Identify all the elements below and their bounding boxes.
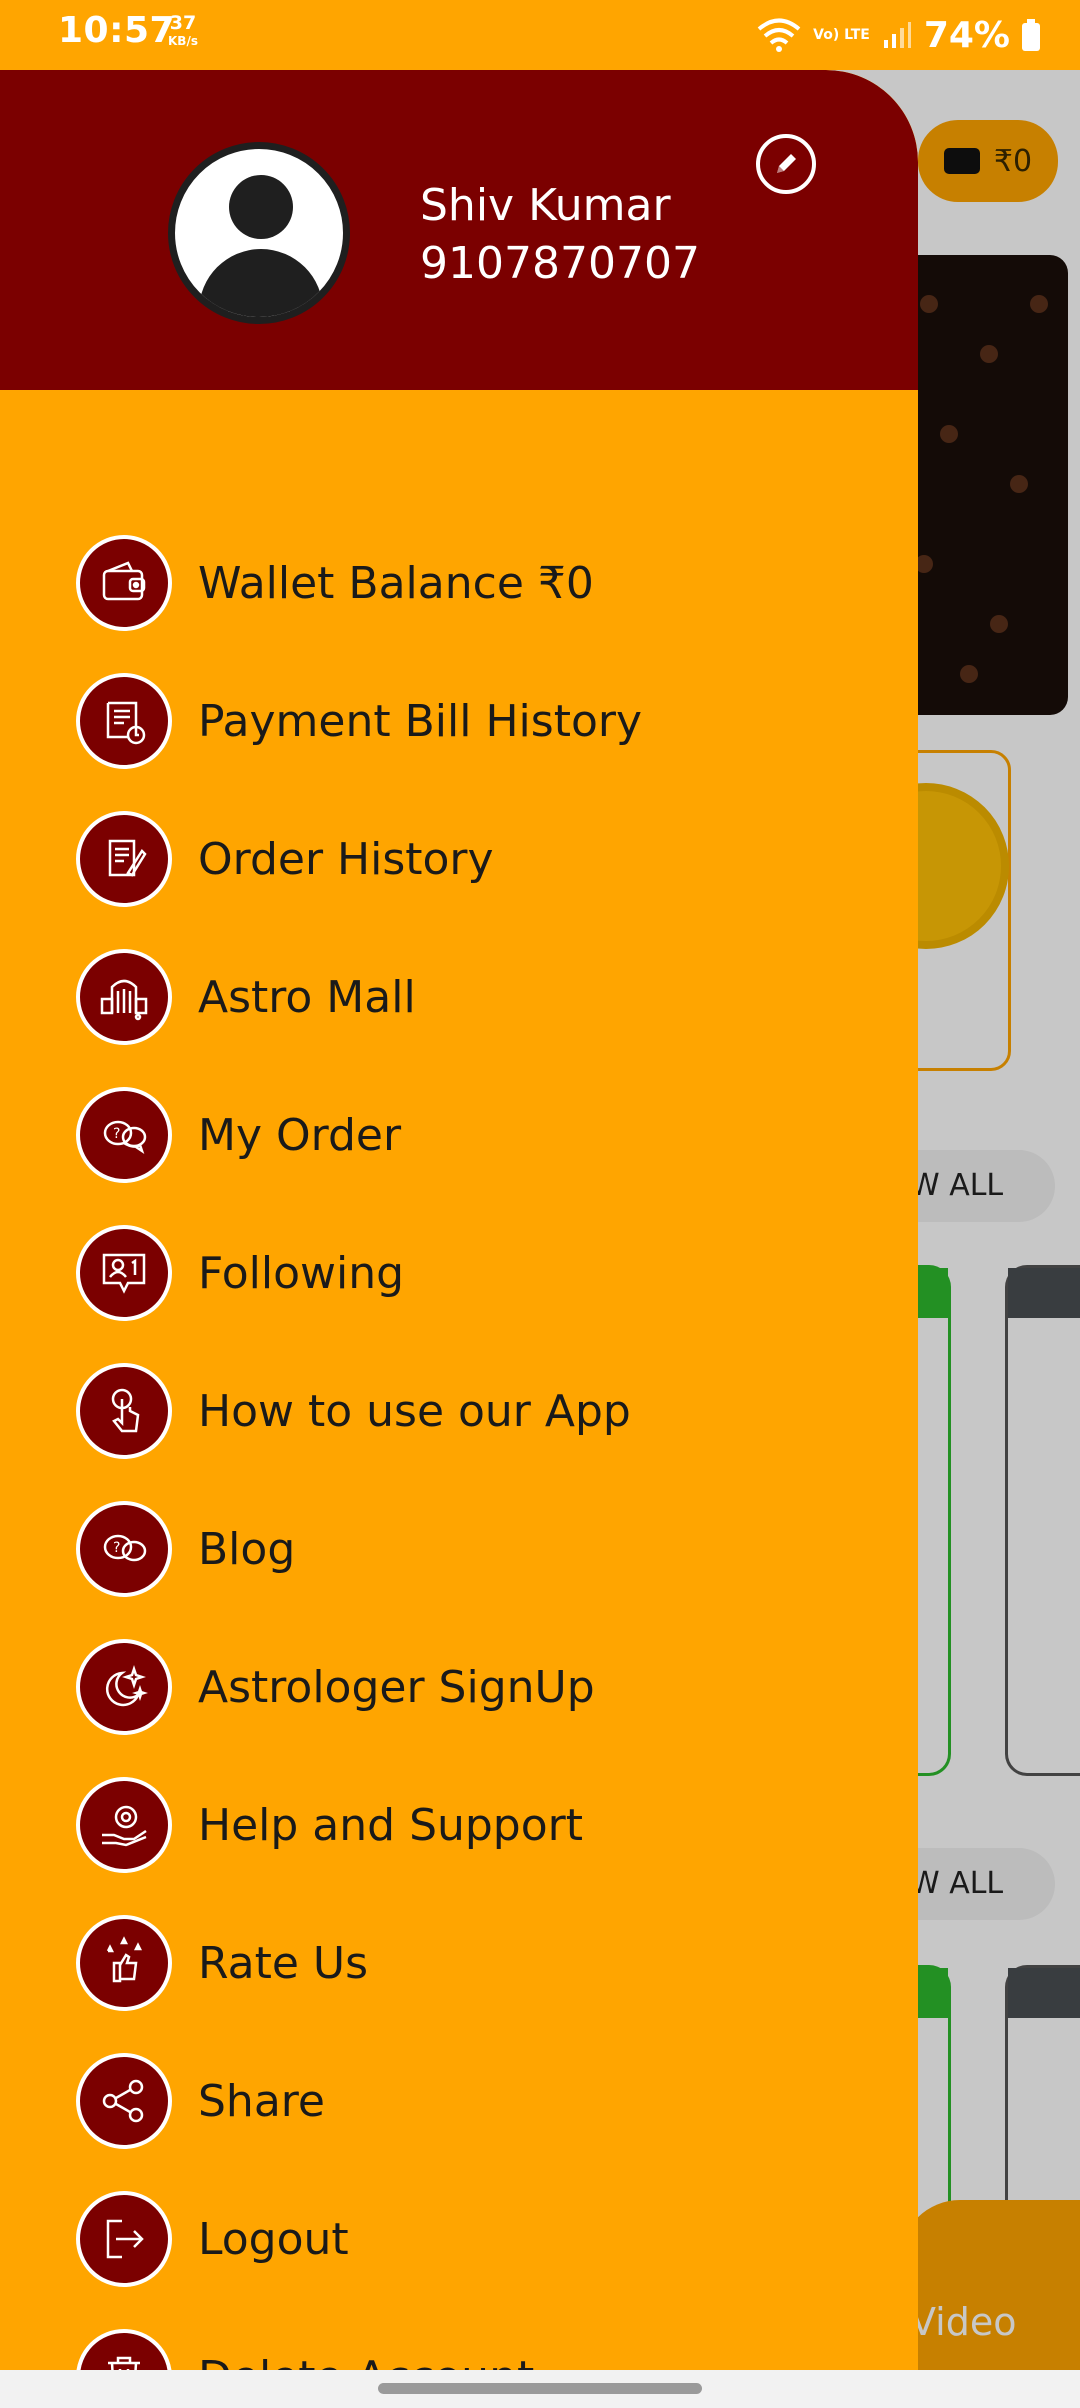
order-scroll-icon [76,811,172,907]
user-name: Shiv Kumar [420,180,671,231]
menu-item-logout[interactable]: Logout [0,2170,918,2308]
menu-item-label: How to use our App [198,1385,631,1437]
wifi-icon [757,18,801,52]
navigation-drawer: Shiv Kumar 9107870707 Wallet Balance ₹0 [0,70,918,2370]
drawer-header: Shiv Kumar 9107870707 [0,70,918,390]
system-navigation-bar [0,2370,1080,2408]
menu-item-astro-mall[interactable]: Astro Mall [0,928,918,1066]
network-speed: 37 KB/s [168,12,198,49]
menu-item-astrologer-signup[interactable]: Astrologer SignUp [0,1618,918,1756]
menu-item-order-history[interactable]: Order History [0,790,918,928]
pencil-icon [777,154,796,173]
signal-icon [883,22,911,48]
wallet-icon [76,535,172,631]
menu-item-label: Wallet Balance ₹0 [198,557,594,609]
menu-item-label: Following [198,1247,405,1299]
tap-hand-icon [76,1363,172,1459]
status-icons: Vo) LTE 74% [757,12,1040,58]
menu-item-payment-bill-history[interactable]: Payment Bill History [0,652,918,790]
menu-item-label: Delete Account [198,2352,534,2371]
menu-item-label: Order History [198,833,494,885]
status-time: 10:57 [58,10,176,51]
menu-item-label: Logout [198,2213,349,2265]
menu-item-help-support[interactable]: Help and Support [0,1756,918,1894]
svg-text:?: ? [113,1126,120,1142]
user-phone: 9107870707 [420,238,700,289]
chat-question-icon: ? [76,1087,172,1183]
menu-item-how-to-use-app[interactable]: How to use our App [0,1342,918,1480]
following-icon [76,1225,172,1321]
svg-text:?: ? [113,1540,120,1556]
menu-item-rate-us[interactable]: Rate Us [0,1894,918,2032]
battery-icon [1022,19,1040,51]
menu-item-blog[interactable]: ? Blog [0,1480,918,1618]
menu-item-label: Help and Support [198,1799,583,1851]
menu-item-label: Astrologer SignUp [198,1661,595,1713]
menu-item-wallet-balance[interactable]: Wallet Balance ₹0 [0,514,918,652]
menu-item-label: Payment Bill History [198,695,642,747]
status-bar: 10:57 37 KB/s Vo) LTE 74% [0,0,1080,70]
menu-item-share[interactable]: Share [0,2032,918,2170]
menu-item-label: Share [198,2075,325,2127]
bill-history-icon [76,673,172,769]
menu-item-label: Rate Us [198,1937,369,1989]
thumbs-stars-icon [76,1915,172,2011]
battery-percent: 74% [923,14,1010,56]
moon-stars-icon [76,1639,172,1735]
menu-item-label: Blog [198,1523,296,1575]
avatar[interactable] [168,142,350,324]
menu-item-my-order[interactable]: ? My Order [0,1066,918,1204]
home-gesture-handle[interactable] [378,2383,702,2394]
chat-question-icon: ? [76,1501,172,1597]
menu-item-delete-account[interactable]: Delete Account [0,2308,918,2370]
menu-item-label: Astro Mall [198,971,416,1023]
logout-icon [76,2191,172,2287]
lte-indicator: Vo) LTE [813,27,870,43]
trash-icon [76,2329,172,2370]
menu-item-label: My Order [198,1109,402,1161]
share-icon [76,2053,172,2149]
support-icon [76,1777,172,1873]
mall-building-icon [76,949,172,1045]
menu-item-following[interactable]: Following [0,1204,918,1342]
edit-profile-button[interactable] [756,134,816,194]
